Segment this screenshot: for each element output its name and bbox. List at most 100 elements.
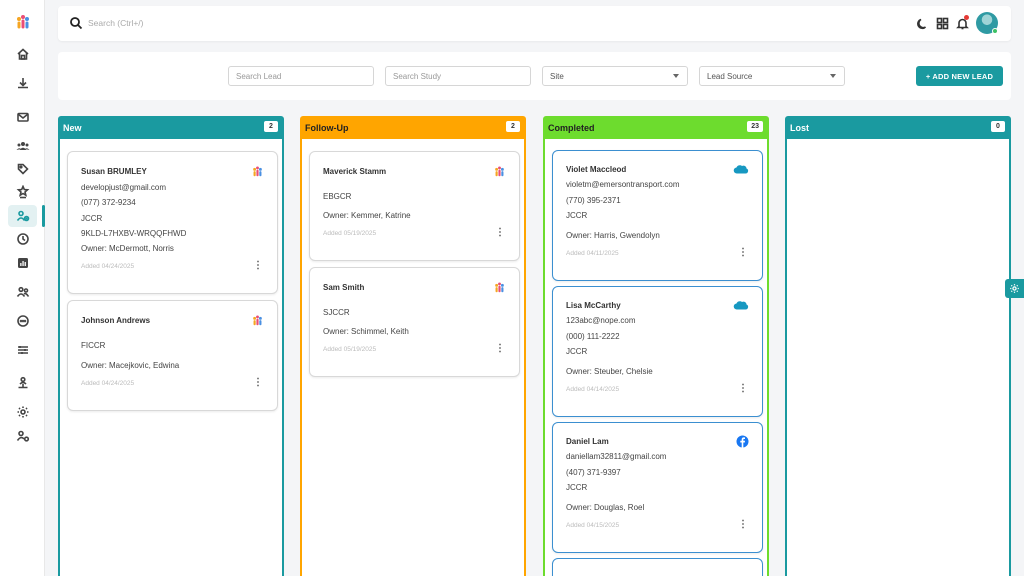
column-body: Violet Maccleod violetm@emersontransport…: [543, 139, 769, 576]
lead-owner: Owner: Kemmer, Katrine: [323, 211, 411, 220]
search-study-input[interactable]: Search Study: [385, 66, 531, 86]
online-status-dot: [992, 28, 998, 34]
lead-email: daniellam32811@gmail.com: [566, 452, 667, 461]
notification-dot: [964, 15, 969, 20]
more-options-icon[interactable]: ⋮: [495, 344, 505, 354]
home-icon[interactable]: [14, 45, 32, 63]
lead-name[interactable]: Lisa McCarthy: [566, 301, 621, 310]
lead-site: JCCR: [566, 483, 588, 492]
user-settings-icon[interactable]: [14, 427, 32, 445]
leads-icon[interactable]: [14, 207, 32, 225]
lead-added-date: Added 05/19/2025: [323, 346, 377, 353]
lead-phone: (770) 395-2371: [566, 196, 621, 205]
filter-bar: Search Lead Search Study Site Lead Sourc…: [58, 52, 1011, 100]
lead-card[interactable]: Lisa McCarthy 123abc@nope.com (000) 111-…: [552, 286, 763, 417]
user-tree-icon[interactable]: [14, 374, 32, 392]
lead-name[interactable]: Susan BRUMLEY: [81, 167, 147, 176]
column-count-badge: 2: [506, 121, 520, 132]
logo-icon: [253, 315, 262, 326]
column-new: New 2 Susan BRUMLEY developjust@gmail.co…: [58, 116, 284, 576]
lead-email: 123abc@nope.com: [566, 316, 636, 325]
team-icon[interactable]: [14, 283, 32, 301]
column-header: Follow-Up 2: [300, 116, 526, 139]
column-title: Completed: [548, 123, 595, 133]
column-body: Susan BRUMLEY developjust@gmail.com (077…: [58, 139, 284, 576]
lead-name[interactable]: Violet Maccleod: [566, 165, 626, 174]
lead-owner: Owner: Steuber, Chelsie: [566, 367, 653, 376]
customizer-gear-button[interactable]: [1005, 279, 1024, 298]
lead-owner: Owner: Macejkovic, Edwina: [81, 361, 180, 370]
lead-card[interactable]: Maverick Stamm EBGCR Owner: Kemmer, Katr…: [309, 151, 520, 261]
search-lead-input[interactable]: Search Lead: [228, 66, 374, 86]
more-options-icon[interactable]: ⋮: [738, 248, 748, 258]
more-options-icon[interactable]: ⋮: [738, 384, 748, 394]
clock-icon[interactable]: [14, 230, 32, 248]
column-count-badge: 0: [991, 121, 1005, 132]
lead-site: JCCR: [566, 211, 588, 220]
gear-icon: [1010, 284, 1019, 293]
search-icon[interactable]: [69, 16, 83, 30]
global-search-input[interactable]: Search (Ctrl+/): [88, 18, 144, 28]
column-lost: Lost 0: [785, 116, 1011, 576]
site-select[interactable]: Site: [542, 66, 688, 86]
tag-icon[interactable]: [14, 160, 32, 178]
lead-name[interactable]: Johnson Andrews: [81, 316, 150, 325]
lead-card-partial[interactable]: [552, 558, 763, 576]
lead-card[interactable]: Violet Maccleod violetm@emersontransport…: [552, 150, 763, 281]
logo-icon: [495, 282, 504, 293]
lead-card[interactable]: Susan BRUMLEY developjust@gmail.com (077…: [67, 151, 278, 294]
chevron-down-icon: [673, 74, 679, 78]
column-header: New 2: [58, 116, 284, 139]
more-options-icon[interactable]: ⋮: [738, 520, 748, 530]
logo-icon: [495, 166, 504, 177]
chat-icon[interactable]: [14, 312, 32, 330]
app-logo-icon[interactable]: [14, 13, 32, 31]
lead-email: developjust@gmail.com: [81, 183, 167, 192]
star-person-icon[interactable]: [14, 183, 32, 201]
more-options-icon[interactable]: ⋮: [495, 228, 505, 238]
lead-source-select[interactable]: Lead Source: [699, 66, 845, 86]
lead-name[interactable]: Maverick Stamm: [323, 167, 386, 176]
lead-phone: (000) 111-2222: [566, 332, 620, 341]
moon-icon[interactable]: [915, 17, 928, 30]
column-count-badge: 2: [264, 121, 278, 132]
column-title: New: [63, 123, 82, 133]
report-chart-icon[interactable]: [14, 254, 32, 272]
column-completed: Completed 23 Violet Maccleod violetm@eme…: [543, 116, 769, 576]
lead-added-date: Added 04/24/2025: [81, 263, 135, 270]
grid-icon[interactable]: [936, 17, 949, 30]
more-options-icon[interactable]: ⋮: [253, 378, 263, 388]
lead-site: FICCR: [81, 341, 106, 350]
sidebar: [0, 0, 45, 576]
lead-source-select-label: Lead Source: [707, 72, 753, 81]
lead-name[interactable]: Sam Smith: [323, 283, 364, 292]
download-icon[interactable]: [14, 74, 32, 92]
more-options-icon[interactable]: ⋮: [253, 261, 263, 271]
lead-card[interactable]: Daniel Lam daniellam32811@gmail.com (407…: [552, 422, 763, 553]
lead-site: JCCR: [566, 347, 588, 356]
lead-card[interactable]: Sam Smith SJCCR Owner: Schimmel, Keith A…: [309, 267, 520, 377]
site-select-label: Site: [550, 72, 564, 81]
topbar: Search (Ctrl+/): [58, 6, 1011, 41]
lead-owner: Owner: Schimmel, Keith: [323, 327, 409, 336]
logo-icon: [253, 166, 262, 177]
lead-card[interactable]: Johnson Andrews FICCR Owner: Macejkovic,…: [67, 300, 278, 411]
lead-phone: (077) 372-9234: [81, 198, 136, 207]
chevron-down-icon: [830, 74, 836, 78]
salesforce-icon: [733, 165, 749, 174]
mail-icon[interactable]: [14, 108, 32, 126]
list-settings-icon[interactable]: [14, 341, 32, 359]
add-new-lead-button[interactable]: + ADD NEW LEAD: [916, 66, 1003, 86]
lead-site: SJCCR: [323, 308, 350, 317]
lead-added-date: Added 04/14/2025: [566, 386, 620, 393]
lead-owner: Owner: McDermott, Norris: [81, 244, 174, 253]
settings-gear-icon[interactable]: [14, 403, 32, 421]
lead-id: 9KLD-L7HXBV-WRQQFHWD: [81, 229, 187, 238]
lead-name[interactable]: Daniel Lam: [566, 437, 609, 446]
column-header: Lost 0: [785, 116, 1011, 139]
salesforce-icon: [733, 301, 749, 310]
nav-active-indicator: [42, 205, 45, 227]
users-icon[interactable]: [14, 137, 32, 155]
lead-owner: Owner: Douglas, Roel: [566, 503, 645, 512]
column-follow-up: Follow-Up 2 Maverick Stamm EBGCR Owner: …: [300, 116, 526, 576]
